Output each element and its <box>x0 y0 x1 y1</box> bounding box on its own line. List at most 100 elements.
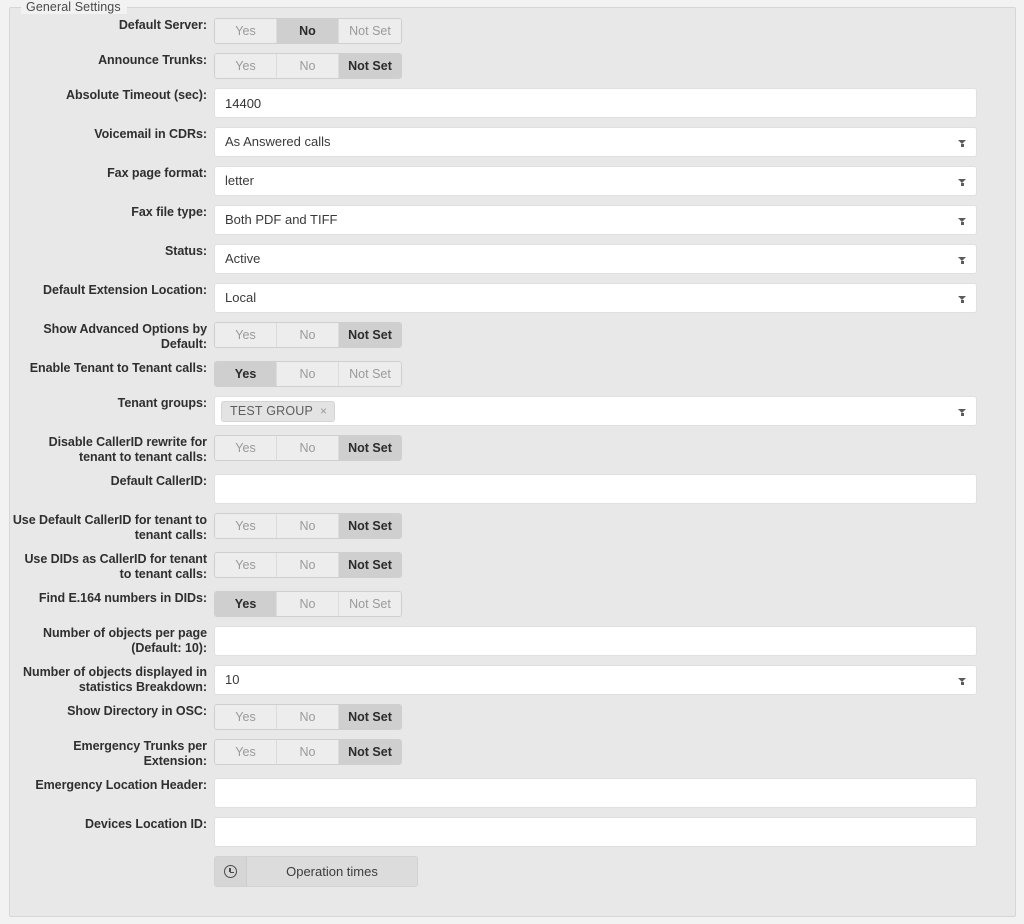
operation-times-button[interactable]: Operation times <box>214 856 418 887</box>
toggle-option-no-show-advanced-options-by-default[interactable]: No <box>277 323 339 347</box>
dropdown-voicemail-in-cdrs[interactable]: As Answered calls <box>214 127 977 157</box>
toggle-option-not_set-enable-tenant-to-tenant-calls[interactable]: Not Set <box>339 362 401 386</box>
setting-row-number-of-objects-per-page-default-10: Number of objects per page (Default: 10)… <box>10 626 1015 656</box>
toggle-option-no-announce-trunks[interactable]: No <box>277 54 339 78</box>
toggle-option-no-show-directory-in-osc[interactable]: No <box>277 705 339 729</box>
dropdown-fax-file-type[interactable]: Both PDF and TIFF <box>214 205 977 235</box>
label-devices-location-id: Devices Location ID: <box>85 817 207 831</box>
toggle-group-disable-callerid-rewrite-for-tenant-to-tenant-calls[interactable]: Yes No Not Set <box>214 435 402 461</box>
toggle-option-not_set-show-directory-in-osc[interactable]: Not Set <box>339 705 401 729</box>
label-number-of-objects-per-page-default-10: Number of objects per page (Default: 10)… <box>42 626 207 655</box>
toggle-option-no-use-default-callerid-for-tenant-to-tenant-calls[interactable]: No <box>277 514 339 538</box>
label-show-directory-in-osc: Show Directory in OSC: <box>67 704 207 718</box>
toggle-group-emergency-trunks-per-extension[interactable]: Yes No Not Set <box>214 739 402 765</box>
control-number-of-objects-per-page-default-10 <box>214 626 977 656</box>
general-settings-fieldset: General Settings Default Server: Yes No Not… <box>9 0 1016 917</box>
toggle-option-yes-enable-tenant-to-tenant-calls[interactable]: Yes <box>215 362 277 386</box>
dropdown-value-fax-file-type: Both PDF and TIFF <box>225 212 338 227</box>
operation-times-button-label: Operation times <box>247 857 417 886</box>
dropdown-status[interactable]: Active <box>214 244 977 274</box>
dropdown-value-number-of-objects-displayed-in-statistics-breakdown: 10 <box>225 672 240 687</box>
clock-icon <box>215 857 247 886</box>
input-devices-location-id[interactable] <box>214 817 977 847</box>
toggle-option-no-enable-tenant-to-tenant-calls[interactable]: No <box>277 362 339 386</box>
label-find-e-164-numbers-in-dids: Find E.164 numbers in DIDs: <box>38 591 207 605</box>
toggle-option-no-disable-callerid-rewrite-for-tenant-to-tenant-calls[interactable]: No <box>277 436 339 460</box>
input-number-of-objects-per-page-default-10[interactable] <box>214 626 977 656</box>
control-show-directory-in-osc: Yes No Not Set <box>214 704 977 730</box>
input-default-callerid[interactable] <box>214 474 977 504</box>
toggle-group-find-e-164-numbers-in-dids[interactable]: Yes No Not Set <box>214 591 402 617</box>
toggle-group-show-advanced-options-by-default[interactable]: Yes No Not Set <box>214 322 402 348</box>
toggle-group-use-dids-as-callerid-for-tenant-to-tenant-calls[interactable]: Yes No Not Set <box>214 552 402 578</box>
toggle-option-yes-show-directory-in-osc[interactable]: Yes <box>215 705 277 729</box>
chevron-down-icon <box>958 678 967 685</box>
setting-row-use-dids-as-callerid-for-tenant-to-tenant-calls: Use DIDs as CallerID for tenant to tenan… <box>10 552 1015 582</box>
dropdown-default-extension-location[interactable]: Local <box>214 283 977 313</box>
control-voicemail-in-cdrs: As Answered calls <box>214 127 977 157</box>
label-fax-file-type: Fax file type: <box>131 205 207 219</box>
toggle-option-not_set-show-advanced-options-by-default[interactable]: Not Set <box>339 323 401 347</box>
toggle-option-not_set-announce-trunks[interactable]: Not Set <box>339 54 401 78</box>
toggle-group-enable-tenant-to-tenant-calls[interactable]: Yes No Not Set <box>214 361 402 387</box>
label-emergency-trunks-per-extension: Emergency Trunks per Extension: <box>73 739 207 768</box>
fieldset-legend: General Settings <box>21 0 127 14</box>
label-fax-page-format: Fax page format: <box>107 166 207 180</box>
label-status: Status: <box>164 244 207 258</box>
setting-row-show-advanced-options-by-default: Show Advanced Options by Default: Yes No No… <box>10 322 1015 352</box>
toggle-group-default-server[interactable]: Yes No Not Set <box>214 18 402 44</box>
toggle-option-yes-show-advanced-options-by-default[interactable]: Yes <box>215 323 277 347</box>
label-use-default-callerid-for-tenant-to-tenant-calls: Use Default CallerID for tenant to tenan… <box>12 513 207 542</box>
label-use-dids-as-callerid-for-tenant-to-tenant-calls: Use DIDs as CallerID for tenant to tenan… <box>24 552 207 581</box>
setting-row-default-callerid: Default CallerID: <box>10 474 1015 504</box>
control-fax-page-format: letter <box>214 166 977 196</box>
toggle-option-yes-use-dids-as-callerid-for-tenant-to-tenant-calls[interactable]: Yes <box>215 553 277 577</box>
dropdown-value-voicemail-in-cdrs: As Answered calls <box>225 134 331 149</box>
setting-row-number-of-objects-displayed-in-statistics-breakdown: Number of objects displayed in statistic… <box>10 665 1015 695</box>
dropdown-number-of-objects-displayed-in-statistics-breakdown[interactable]: 10 <box>214 665 977 695</box>
chevron-down-icon <box>958 140 967 147</box>
input-absolute-timeout-sec[interactable] <box>214 88 977 118</box>
label-absolute-timeout-sec: Absolute Timeout (sec): <box>66 88 207 102</box>
toggle-option-not_set-use-default-callerid-for-tenant-to-tenant-calls[interactable]: Not Set <box>339 514 401 538</box>
toggle-option-no-find-e-164-numbers-in-dids[interactable]: No <box>277 592 339 616</box>
label-enable-tenant-to-tenant-calls: Enable Tenant to Tenant calls: <box>29 361 207 375</box>
toggle-option-no-use-dids-as-callerid-for-tenant-to-tenant-calls[interactable]: No <box>277 553 339 577</box>
label-emergency-location-header: Emergency Location Header: <box>35 778 207 792</box>
toggle-option-yes-disable-callerid-rewrite-for-tenant-to-tenant-calls[interactable]: Yes <box>215 436 277 460</box>
setting-row-emergency-location-header: Emergency Location Header: <box>10 778 1015 808</box>
dropdown-value-default-extension-location: Local <box>225 290 257 305</box>
setting-row-find-e-164-numbers-in-dids: Find E.164 numbers in DIDs: Yes No Not Set <box>10 591 1015 617</box>
toggle-option-no-default-server[interactable]: No <box>277 19 339 43</box>
toggle-option-not_set-find-e-164-numbers-in-dids[interactable]: Not Set <box>339 592 401 616</box>
dropdown-value-status: Active <box>225 251 261 266</box>
setting-row-show-directory-in-osc: Show Directory in OSC: Yes No Not Set <box>10 704 1015 730</box>
toggle-option-yes-use-default-callerid-for-tenant-to-tenant-calls[interactable]: Yes <box>215 514 277 538</box>
toggle-option-not_set-disable-callerid-rewrite-for-tenant-to-tenant-calls[interactable]: Not Set <box>339 436 401 460</box>
toggle-option-yes-default-server[interactable]: Yes <box>215 19 277 43</box>
label-announce-trunks: Announce Trunks: <box>98 53 207 67</box>
dropdown-value-fax-page-format: letter <box>225 173 254 188</box>
toggle-option-yes-announce-trunks[interactable]: Yes <box>215 54 277 78</box>
toggle-option-not_set-use-dids-as-callerid-for-tenant-to-tenant-calls[interactable]: Not Set <box>339 553 401 577</box>
input-emergency-location-header[interactable] <box>214 778 977 808</box>
token-select-tenant-groups[interactable]: TEST GROUP × <box>214 396 977 426</box>
toggle-option-yes-find-e-164-numbers-in-dids[interactable]: Yes <box>215 592 277 616</box>
close-icon[interactable]: × <box>320 405 327 417</box>
control-announce-trunks: Yes No Not Set <box>214 53 977 79</box>
token-chip: TEST GROUP × <box>221 400 336 422</box>
control-default-extension-location: Local <box>214 283 977 313</box>
toggle-option-no-emergency-trunks-per-extension[interactable]: No <box>277 740 339 764</box>
operation-times-row: Operation times <box>10 856 1015 887</box>
dropdown-fax-page-format[interactable]: letter <box>214 166 977 196</box>
control-use-dids-as-callerid-for-tenant-to-tenant-calls: Yes No Not Set <box>214 552 977 578</box>
toggle-option-yes-emergency-trunks-per-extension[interactable]: Yes <box>215 740 277 764</box>
toggle-group-use-default-callerid-for-tenant-to-tenant-calls[interactable]: Yes No Not Set <box>214 513 402 539</box>
chevron-down-icon <box>958 257 967 264</box>
toggle-group-announce-trunks[interactable]: Yes No Not Set <box>214 53 402 79</box>
toggle-group-show-directory-in-osc[interactable]: Yes No Not Set <box>214 704 402 730</box>
toggle-option-not_set-emergency-trunks-per-extension[interactable]: Not Set <box>339 740 401 764</box>
label-show-advanced-options-by-default: Show Advanced Options by Default: <box>43 322 207 351</box>
setting-row-default-extension-location: Default Extension Location: Local <box>10 283 1015 313</box>
toggle-option-not_set-default-server[interactable]: Not Set <box>339 19 401 43</box>
